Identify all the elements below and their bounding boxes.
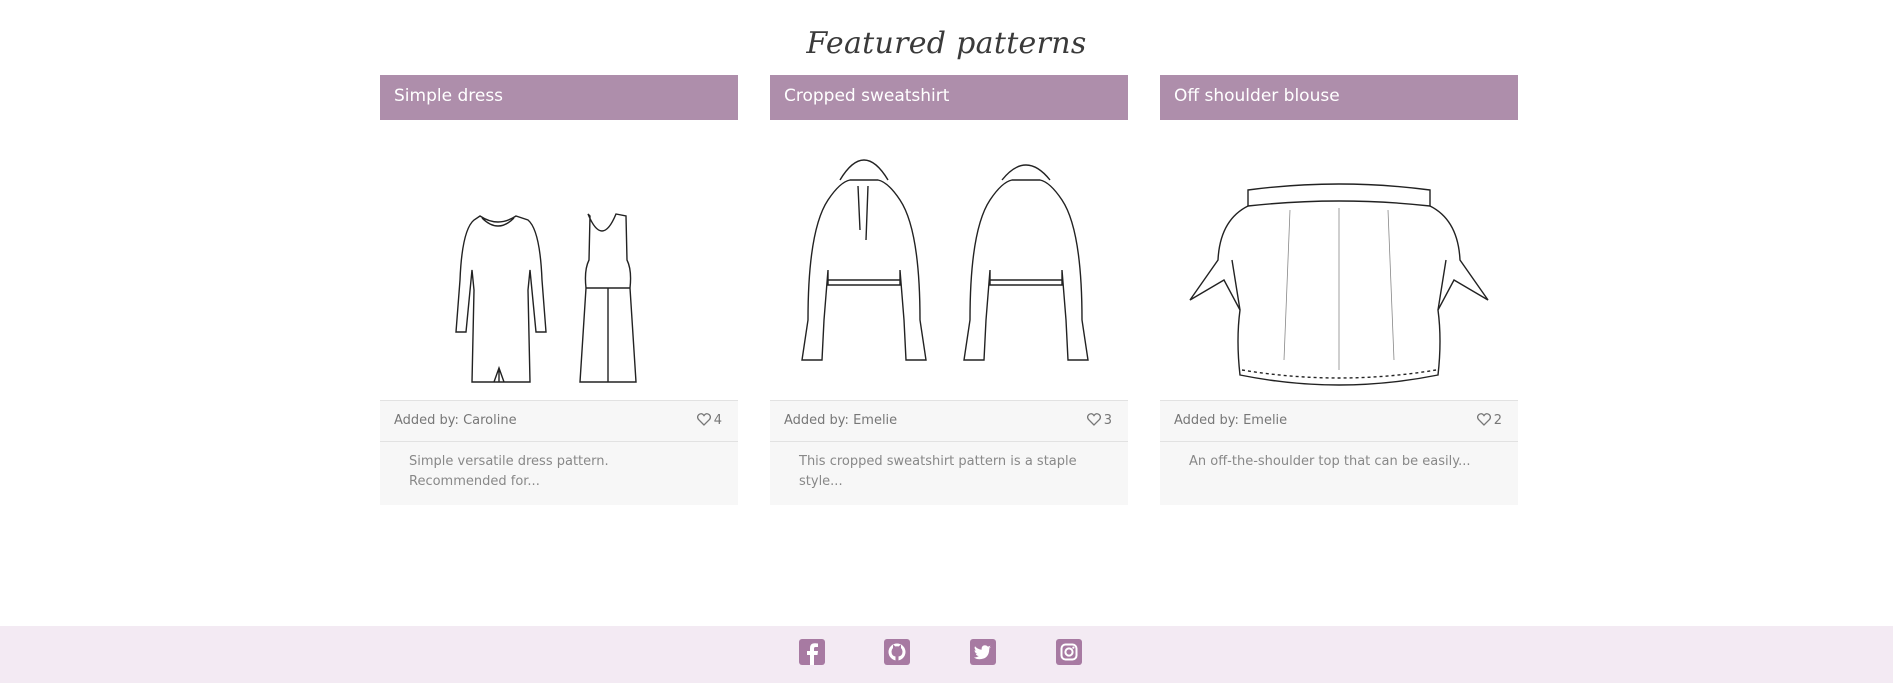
pattern-card[interactable]: Off shoulder blouse Added by: Emelie 2 A… xyxy=(1160,75,1518,505)
pattern-card[interactable]: Simple dress Added by: Caroline 4 Simple… xyxy=(380,75,738,505)
github-icon[interactable] xyxy=(883,638,911,666)
added-by: Added by: Caroline xyxy=(394,413,517,428)
card-meta: Added by: Emelie 2 xyxy=(1160,401,1518,442)
sweatshirt-illustration xyxy=(801,159,1089,361)
card-title[interactable]: Cropped sweatshirt xyxy=(770,75,1128,120)
dress-image[interactable] xyxy=(380,120,738,401)
heart-icon xyxy=(1086,413,1101,426)
blouse-image[interactable] xyxy=(1160,120,1518,401)
like-count: 3 xyxy=(1103,413,1112,428)
page-title: Featured patterns xyxy=(806,26,1087,61)
twitter-icon[interactable] xyxy=(969,638,997,666)
added-by: Added by: Emelie xyxy=(1174,413,1288,428)
instagram-icon[interactable] xyxy=(1055,638,1083,666)
likes[interactable]: 4 xyxy=(696,401,722,441)
like-count: 4 xyxy=(713,413,722,428)
footer xyxy=(0,626,1893,683)
heart-icon xyxy=(1476,413,1491,426)
card-description: Simple versatile dress pattern. Recommen… xyxy=(409,454,609,489)
like-count: 2 xyxy=(1493,413,1502,428)
pattern-cards: Simple dress Added by: Caroline 4 Simple… xyxy=(380,75,1518,505)
facebook-icon[interactable] xyxy=(798,638,826,666)
card-description: This cropped sweatshirt pattern is a sta… xyxy=(799,454,1077,489)
sweatshirt-image[interactable] xyxy=(770,120,1128,401)
card-title[interactable]: Off shoulder blouse xyxy=(1160,75,1518,120)
card-title[interactable]: Simple dress xyxy=(380,75,738,120)
pattern-card[interactable]: Cropped sweatshirt Added by: Emelie 3 Th… xyxy=(770,75,1128,505)
heart-icon xyxy=(696,413,711,426)
likes[interactable]: 2 xyxy=(1476,401,1502,441)
blouse-illustration xyxy=(1189,183,1489,386)
card-meta: Added by: Emelie 3 xyxy=(770,401,1128,442)
card-meta: Added by: Caroline 4 xyxy=(380,401,738,442)
card-description: An off-the-shoulder top that can be easi… xyxy=(1189,454,1471,469)
dress-illustration xyxy=(455,213,637,383)
added-by: Added by: Emelie xyxy=(784,413,898,428)
likes[interactable]: 3 xyxy=(1086,401,1112,441)
